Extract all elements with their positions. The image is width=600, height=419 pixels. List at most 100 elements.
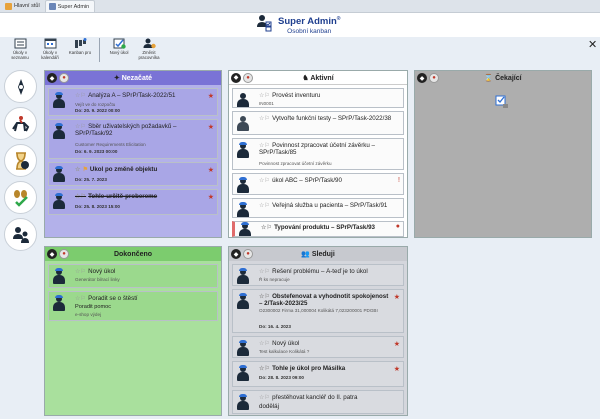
priority-icon: ★ — [207, 124, 214, 131]
star-icon: ☆⚐ — [259, 142, 271, 149]
task-card[interactable]: ☆⚐ Tohle-určitě-probereme Do: 25. 8. 2023… — [48, 189, 218, 215]
tasks-calendar-button[interactable]: Úkoly v kalendáři — [38, 38, 62, 60]
task-card[interactable]: ☆⚐ Nový úkol Test kalkulace Kolikátá ? ★ — [232, 336, 404, 358]
tasks-calendar-label: Úkoly v kalendáři — [41, 50, 59, 60]
header-title-block: Super Admin® Osobní kanban — [256, 14, 340, 36]
change-worker-icon — [143, 38, 156, 49]
delegated-button[interactable] — [4, 218, 37, 251]
column-title: 👥 Sleduji — [301, 251, 335, 258]
task-date: Do: 25. 8. 2023 15:00 — [75, 204, 120, 209]
avatar — [52, 295, 66, 312]
task-note: e-shop výdej — [75, 312, 102, 317]
task-title: ☆⚐ Tohle je úkol pro Másilka — [259, 365, 346, 372]
task-card[interactable]: ☆⚐ Provést inventuru IN0001 — [232, 88, 404, 108]
task-title: ☆⚐ Tohle-určitě-probereme — [75, 193, 158, 200]
task-card[interactable]: ☆⚐ Nový úkol Generátor bilrací linky — [48, 264, 218, 288]
tab-super-admin[interactable]: Super Admin — [44, 0, 96, 12]
alert-icon: ! — [398, 177, 400, 184]
task-title: ☆⚐ Obstefenovat a vyhodnotit spokojenost … — [259, 293, 389, 307]
task-subtitle: O2300002 Firma 31,000004 Kolikátá 7,0232… — [259, 308, 378, 313]
task-card[interactable]: ☆⚐ Sběr uživatelských požadavků – SPrP/Ta… — [48, 119, 218, 159]
avatar — [52, 123, 66, 140]
waiting-button[interactable] — [4, 144, 37, 177]
task-title: ☆⚐ Řešení problému – Á-teď je to úkol — [259, 268, 368, 275]
compass-icon — [17, 78, 24, 95]
star-icon: ☆⚐ — [75, 123, 87, 130]
avatar — [236, 202, 250, 217]
priority-icon: ★ — [393, 366, 400, 373]
star-icon: ☆⚐ — [259, 394, 271, 401]
page-subtitle: Osobní kanban — [287, 28, 332, 36]
column-dokonceno: ◆ ● Dokončeno ☆⚐ Nový úkol Generátor bilr… — [44, 246, 222, 416]
task-subtitle: Povinnost zpracovat účetní závěrku — [259, 161, 332, 166]
calendar-icon — [44, 38, 57, 49]
change-worker-label: Změnit pracovníka — [138, 50, 160, 60]
star-icon: ☆⚐ — [75, 295, 87, 302]
change-worker-button[interactable]: Změnit pracovníka — [137, 38, 161, 60]
avatar — [236, 93, 250, 107]
task-card[interactable]: ☆⚐ Veřejná služba u pacienta – SPrP/Task/… — [232, 198, 404, 218]
task-card[interactable]: ☆⚐ přestěhovat kancléř do II. patra doděl… — [232, 390, 404, 414]
empty-column-icon — [495, 95, 509, 109]
avatar — [236, 268, 250, 285]
avatar — [236, 177, 250, 194]
column-sledujici: ◆ ● 👥 Sleduji ☆⚐ Řešení problému – Á-teď … — [228, 246, 408, 416]
star-icon: ☆⚐ — [75, 92, 87, 99]
all-tasks-button[interactable] — [4, 70, 37, 103]
task-subtitle: IN0001 — [259, 101, 274, 106]
task-card[interactable]: ☆⚐ Vytvořte funkční testy – SPrP/Task-202… — [232, 111, 404, 135]
task-card[interactable]: ☆ ⚑ Úkol po změně objektu Do: 25. 7. 2023… — [48, 162, 218, 186]
tasks-list-label: Úkoly v seznamu — [11, 50, 29, 60]
avatar — [236, 365, 250, 382]
task-card[interactable]: ☆⚐ Poradit se o štěstí Poradit pomoc e-sh… — [48, 291, 218, 321]
rider-icon — [11, 115, 29, 131]
star-icon: ☆⚐ — [259, 177, 271, 184]
task-card[interactable]: ☆⚐ Tohle je úkol pro Másilka Do: 28. 8. 2… — [232, 361, 404, 387]
task-title: ☆⚐ přestěhovat kancléř do II. patra — [259, 394, 358, 401]
star-icon: ☆⚐ — [259, 365, 271, 372]
task-card[interactable]: ☆⚐ Analýza A – SPrP/Task-2022/51 Vejít ve… — [48, 88, 218, 116]
kanban-icon — [74, 38, 87, 49]
compass-icon: ✦ — [113, 75, 122, 82]
task-subtitle: Ř ks nepracuje — [259, 277, 290, 282]
task-title: ☆⚐ Nový úkol — [75, 268, 116, 275]
task-title: ☆ ⚑ Úkol po změně objektu — [75, 166, 158, 173]
task-card[interactable]: ☆⚐ Řešení problému – Á-teď je to úkol Ř k… — [232, 264, 404, 286]
star-icon: ☆⚐ — [259, 340, 271, 347]
tab-bar: Hlavní stůl Super Admin — [0, 0, 600, 13]
running-button[interactable] — [4, 107, 37, 140]
done-button[interactable] — [4, 181, 37, 214]
task-title: ☆⚐ Typování produktu – SPrP/Task/93 — [261, 224, 375, 231]
star-icon: ☆ — [75, 166, 81, 173]
priority-icon: ★ — [393, 294, 400, 301]
star-icon: ☆⚐ — [259, 293, 271, 300]
tasks-list-button[interactable]: Úkoly v seznamu — [8, 38, 32, 60]
avatar — [52, 92, 66, 109]
people-icon: 👥 — [301, 251, 312, 258]
task-title: ☆⚐ Provést inventuru — [259, 92, 321, 99]
star-icon: ☆⚐ — [261, 224, 273, 231]
column-header: ◆ ● ⌛ Čekající — [415, 71, 591, 85]
new-task-button[interactable]: Nový úkol — [107, 38, 131, 55]
task-card[interactable]: ☆⚐ Obstefenovat a vyhodnotit spokojenost … — [232, 289, 404, 333]
task-card[interactable]: ☆⚐ úkol ABC – SPrP/Task/90 ! — [232, 173, 404, 195]
star-icon: ☆⚐ — [259, 92, 271, 99]
people-icon — [12, 226, 29, 243]
toolbar: Úkoly v seznamu Úkoly v kalendáři Kanban… — [8, 38, 161, 62]
avatar — [52, 166, 66, 183]
task-title: ☆⚐ úkol ABC – SPrP/Task/90 — [259, 177, 342, 184]
column-header: ◆ ● 👥 Sleduji — [229, 247, 407, 261]
priority-icon: ● — [395, 223, 400, 230]
column-header: ◆ ● ✦ Nezačaté — [45, 71, 221, 85]
avatar — [236, 394, 250, 411]
tab-home[interactable]: Hlavní stůl — [2, 0, 45, 12]
tab-super-admin-label: Super Admin — [57, 3, 90, 10]
close-icon[interactable]: ✕ — [588, 38, 597, 51]
star-icon: ☆⚐ — [259, 115, 271, 122]
kanban-for-button[interactable]: Kanban pro — [68, 38, 92, 55]
task-card[interactable]: ☆⚐ Typování produktu – SPrP/Task/93 ● — [232, 221, 404, 237]
list-icon — [14, 38, 27, 49]
task-title: ☆⚐ Poradit se o štěstí — [75, 295, 138, 302]
page-title: Super Admin® — [278, 16, 341, 28]
task-card[interactable]: ☆⚐ Povinnost zpracovat účetní závěrku – S… — [232, 138, 404, 170]
